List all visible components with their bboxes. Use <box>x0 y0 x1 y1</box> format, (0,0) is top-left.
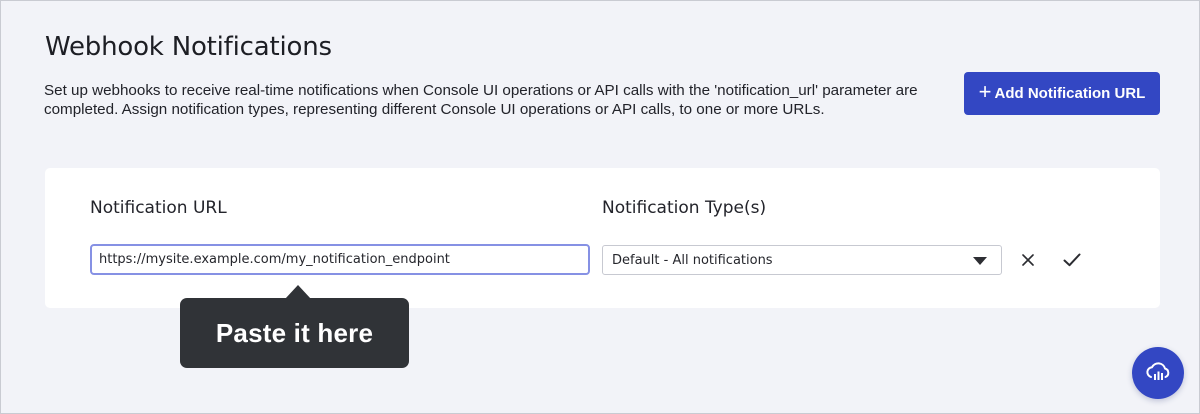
cloud-chart-icon <box>1146 362 1170 380</box>
add-notification-url-label: Add Notification URL <box>994 85 1146 102</box>
caret-down-icon <box>973 257 987 265</box>
plus-icon: + <box>978 79 992 104</box>
add-notification-url-button[interactable]: + Add Notification URL <box>964 72 1160 115</box>
paste-hint-tooltip: Paste it here <box>180 285 409 368</box>
tooltip-text: Paste it here <box>215 317 374 348</box>
notification-url-card: Notification URL Notification Type(s) De… <box>45 168 1160 308</box>
notification-types-header: Notification Type(s) <box>602 198 767 218</box>
notification-url-header: Notification URL <box>90 198 227 218</box>
help-widget-button[interactable] <box>1132 347 1184 399</box>
notification-type-select[interactable]: Default - All notifications <box>602 245 1002 275</box>
confirm-button[interactable] <box>1060 248 1084 272</box>
notification-type-selected-value: Default - All notifications <box>612 252 773 268</box>
close-icon <box>1022 254 1034 266</box>
check-icon <box>1063 253 1081 267</box>
cancel-button[interactable] <box>1016 248 1040 272</box>
page-title: Webhook Notifications <box>45 32 332 62</box>
notification-url-input[interactable] <box>90 244 590 275</box>
page-description: Set up webhooks to receive real-time not… <box>44 82 918 118</box>
